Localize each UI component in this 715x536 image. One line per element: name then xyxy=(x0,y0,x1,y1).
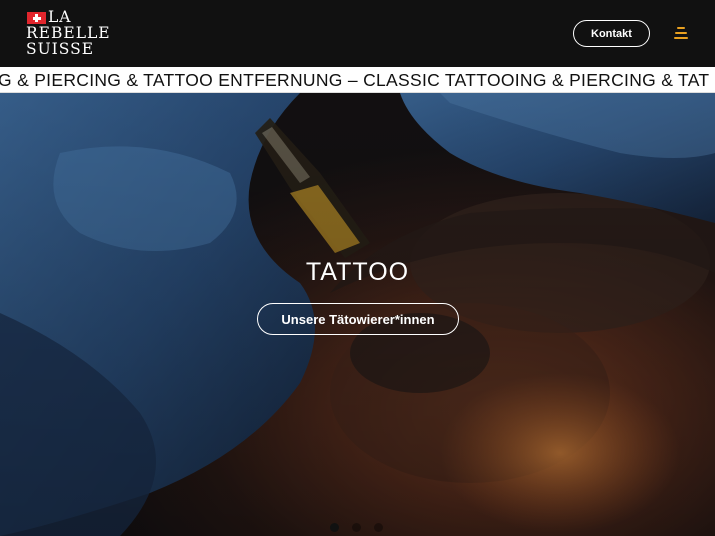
services-marquee: G & PIERCING & TATTOO ENTFERNUNG – CLASS… xyxy=(0,67,715,93)
site-header: LA REBELLE SUISSE Kontakt xyxy=(0,0,715,67)
logo-line-1: LA xyxy=(48,8,72,26)
contact-button[interactable]: Kontakt xyxy=(573,20,650,47)
logo-line-3: SUISSE xyxy=(26,40,95,58)
slider-dot[interactable] xyxy=(352,523,361,532)
menu-bar xyxy=(677,27,685,29)
logo-line-2: REBELLE xyxy=(26,24,111,42)
hero-section: TATTOO Unsere Tätowierer*innen xyxy=(0,93,715,536)
hero-title: TATTOO xyxy=(305,258,410,286)
menu-bar xyxy=(674,37,688,39)
slider-dot[interactable] xyxy=(330,523,339,532)
slider-dot[interactable] xyxy=(374,523,383,532)
brand-logo[interactable]: LA REBELLE SUISSE xyxy=(26,9,136,59)
menu-icon[interactable] xyxy=(673,25,689,41)
marquee-text: G & PIERCING & TATTOO ENTFERNUNG – CLASS… xyxy=(0,70,710,90)
menu-bar xyxy=(675,32,687,34)
artists-button[interactable]: Unsere Tätowierer*innen xyxy=(257,303,459,335)
swiss-flag-icon xyxy=(27,12,46,24)
slider-pagination xyxy=(328,523,388,533)
